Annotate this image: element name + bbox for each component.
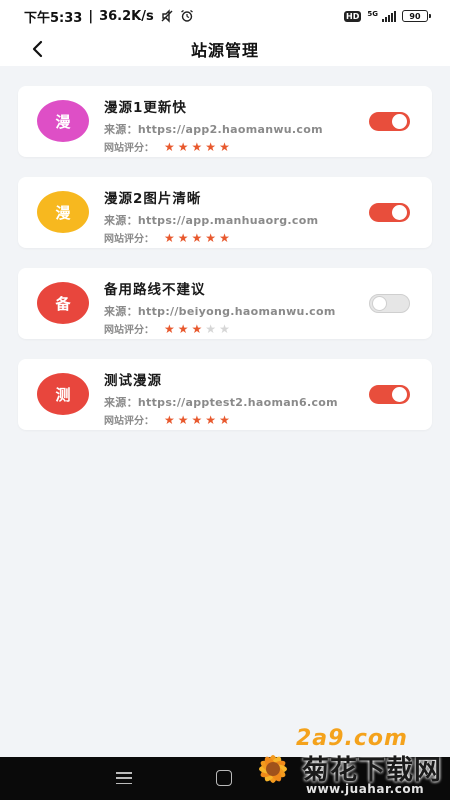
source-toggle[interactable] — [369, 294, 410, 313]
flower-logo-icon — [259, 755, 287, 783]
star-filled-icon: ★ — [177, 139, 189, 154]
header: 站源管理 — [0, 32, 450, 66]
star-filled-icon: ★ — [219, 139, 230, 154]
network-type: 5G — [367, 10, 378, 18]
star-filled-icon: ★ — [205, 412, 217, 427]
back-button[interactable] — [22, 34, 52, 64]
source-url: 来源：https://app.manhuaorg.com — [104, 214, 319, 227]
source-info: 测试漫源 来源：https://apptest2.haoman6.com 网站评… — [104, 369, 338, 427]
star-filled-icon: ★ — [191, 321, 203, 336]
status-left: 下午5:33 | 36.2K/s — [24, 7, 194, 26]
watermark-url: www.juahar.com — [306, 782, 425, 796]
star-empty-icon: ★ — [205, 321, 217, 336]
rating-label: 网站评分： — [104, 325, 154, 336]
star-filled-icon: ★ — [164, 412, 175, 427]
source-url: 来源：http://beiyong.haomanwu.com — [104, 305, 336, 318]
star-rating: ★ ★ ★ ★ ★ — [164, 232, 230, 244]
source-toggle[interactable] — [369, 385, 410, 404]
source-name: 漫源1更新快 — [104, 100, 187, 116]
source-avatar: 测 — [37, 373, 89, 415]
star-rating: ★ ★ ★ ★ ★ — [164, 141, 230, 153]
source-avatar-char: 漫 — [55, 203, 71, 222]
star-rating: ★ ★ ★ ★ ★ — [164, 414, 230, 426]
rating-label: 网站评分： — [104, 143, 154, 154]
star-filled-icon: ★ — [177, 321, 189, 336]
star-filled-icon: ★ — [205, 139, 217, 154]
source-toggle[interactable] — [369, 112, 410, 131]
signal-icon — [382, 10, 396, 22]
home-icon[interactable] — [216, 770, 232, 786]
source-name: 测试漫源 — [104, 373, 162, 389]
star-filled-icon: ★ — [164, 321, 175, 336]
star-filled-icon: ★ — [191, 412, 203, 427]
source-card: 漫 漫源2图片清晰 来源：https://app.manhuaorg.com 网… — [18, 177, 432, 248]
source-avatar: 漫 — [37, 191, 89, 233]
hd-badge: HD — [344, 10, 362, 22]
watermark: 2a9.com 菊花下载网 www.juahar.com — [246, 722, 450, 800]
toggle-knob — [392, 387, 407, 402]
source-toggle[interactable] — [369, 203, 410, 222]
alarm-icon — [180, 9, 193, 22]
source-avatar-char: 测 — [55, 385, 71, 404]
star-filled-icon: ★ — [177, 230, 189, 245]
rating-row: 网站评分： ★ ★ ★ ★ ★ — [104, 139, 323, 155]
star-rating: ★ ★ ★ ★ ★ — [164, 323, 230, 335]
toggle-knob — [392, 205, 407, 220]
source-info: 备用路线不建议 来源：http://beiyong.haomanwu.com 网… — [104, 278, 336, 336]
rating-label: 网站评分： — [104, 234, 154, 245]
status-right: HD 5G 90 — [344, 10, 431, 22]
source-card: 备 备用路线不建议 来源：http://beiyong.haomanwu.com… — [18, 268, 432, 339]
source-card: 测 测试漫源 来源：https://apptest2.haoman6.com 网… — [18, 359, 432, 430]
source-url: 来源：https://app2.haomanwu.com — [104, 123, 323, 136]
status-separator: | — [88, 8, 94, 24]
star-empty-icon: ★ — [219, 321, 230, 336]
rating-row: 网站评分： ★ ★ ★ ★ ★ — [104, 230, 318, 246]
mute-icon — [161, 9, 173, 23]
toggle-knob — [372, 296, 387, 311]
battery-level: 90 — [409, 11, 421, 21]
star-filled-icon: ★ — [164, 139, 175, 154]
status-net-speed: 36.2K/s — [99, 8, 154, 24]
source-name: 备用路线不建议 — [104, 282, 206, 298]
source-name: 漫源2图片清晰 — [104, 191, 202, 207]
source-avatar-char: 漫 — [55, 112, 71, 131]
star-filled-icon: ★ — [219, 412, 230, 427]
source-avatar-char: 备 — [55, 294, 71, 313]
star-filled-icon: ★ — [219, 230, 230, 245]
source-card: 漫 漫源1更新快 来源：https://app2.haomanwu.com 网站… — [18, 86, 432, 157]
page-title: 站源管理 — [190, 41, 259, 60]
back-arrow-icon — [32, 40, 43, 58]
status-time: 下午5:33 — [24, 10, 83, 26]
source-info: 漫源1更新快 来源：https://app2.haomanwu.com 网站评分… — [104, 96, 323, 154]
battery-icon: 90 — [402, 10, 431, 22]
rating-row: 网站评分： ★ ★ ★ ★ ★ — [104, 321, 336, 337]
star-filled-icon: ★ — [177, 412, 189, 427]
rating-label: 网站评分： — [104, 416, 154, 427]
source-avatar: 备 — [37, 282, 89, 324]
star-filled-icon: ★ — [205, 230, 217, 245]
source-list: 漫 漫源1更新快 来源：https://app2.haomanwu.com 网站… — [18, 86, 432, 450]
rating-row: 网站评分： ★ ★ ★ ★ ★ — [104, 412, 338, 428]
star-filled-icon: ★ — [191, 230, 203, 245]
source-avatar: 漫 — [37, 100, 89, 142]
status-bar: 下午5:33 | 36.2K/s HD 5G 90 — [0, 0, 450, 32]
toggle-knob — [392, 114, 407, 129]
source-url: 来源：https://apptest2.haoman6.com — [104, 396, 338, 409]
menu-icon[interactable] — [116, 772, 132, 784]
star-filled-icon: ★ — [164, 230, 175, 245]
star-filled-icon: ★ — [191, 139, 203, 154]
source-info: 漫源2图片清晰 来源：https://app.manhuaorg.com 网站评… — [104, 187, 318, 245]
